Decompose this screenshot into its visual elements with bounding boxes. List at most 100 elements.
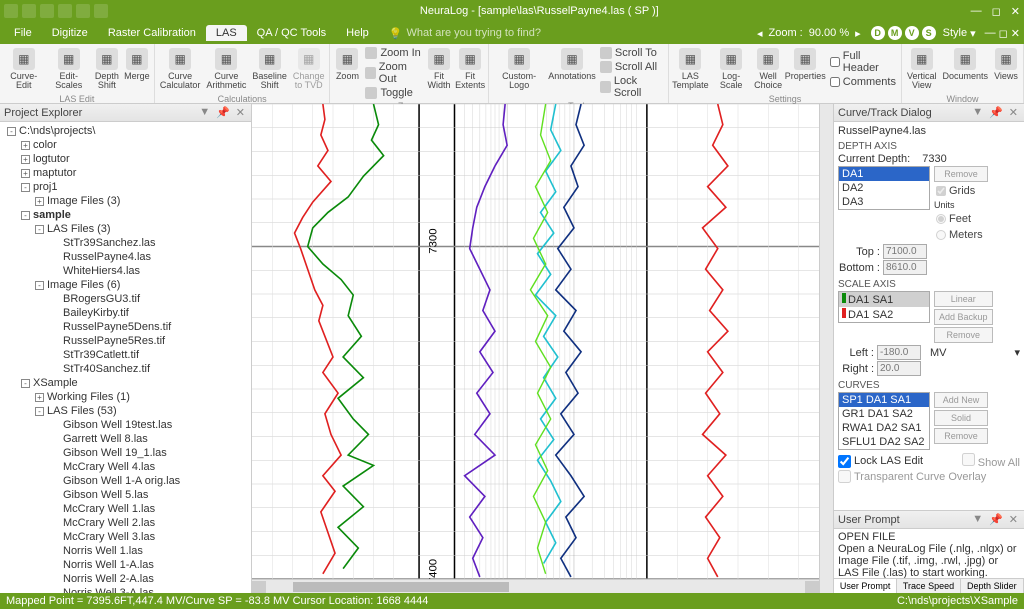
tree-toggle-icon[interactable]: - (35, 407, 44, 416)
overlay-checkbox[interactable] (838, 470, 851, 483)
qat-icon[interactable] (4, 4, 18, 18)
remove-button[interactable]: Remove (934, 166, 988, 182)
tree-toggle-icon[interactable]: - (21, 379, 30, 388)
tree-node[interactable]: Norris Well 1.las (0, 544, 251, 558)
tab-depth-slider[interactable]: Depth Slider (961, 579, 1024, 593)
tree-toggle-icon[interactable]: + (21, 169, 30, 178)
curves-list[interactable]: SP1 DA1 SA1GR1 DA1 SA2RWA1 DA2 SA1SFLU1 … (838, 392, 930, 450)
fit-width-button[interactable]: ▦Fit Width (425, 46, 453, 100)
menu-las[interactable]: LAS (206, 25, 247, 41)
fit-extents-button[interactable]: ▦Fit Extents (455, 46, 485, 100)
remove-button[interactable]: Remove (934, 327, 993, 343)
menu-raster-calibration[interactable]: Raster Calibration (98, 25, 206, 41)
fullhdr-checkbox[interactable]: Full Header (828, 49, 898, 75)
chevron-left-icon[interactable]: ◂ (757, 27, 763, 40)
bottom-input[interactable] (883, 260, 927, 275)
pin-icon[interactable]: 📌 (987, 513, 1005, 526)
close-panel-icon[interactable]: ✕ (1007, 106, 1020, 119)
zoom-button[interactable]: ▦Zoom (333, 46, 361, 100)
style-label[interactable]: Style (943, 27, 967, 39)
tab-user-prompt[interactable]: User Prompt (834, 579, 897, 593)
tree-node[interactable]: +color (0, 138, 251, 152)
dropdown-icon[interactable]: ▾ (1014, 346, 1020, 359)
scroll-right-icon[interactable] (805, 581, 819, 593)
tvd-button[interactable]: ▦Change to TVD (291, 46, 327, 93)
project-tree[interactable]: -C:\nds\projects\+color+logtutor+maptuto… (0, 122, 251, 593)
chart-body[interactable]: 7300 7400 (252, 104, 819, 579)
tree-node[interactable]: StTr40Sanchez.tif (0, 362, 251, 376)
curve-edit-button[interactable]: ▦Curve-Edit (3, 46, 45, 93)
style-icon-m[interactable]: M (888, 26, 902, 40)
dropdown-icon[interactable]: ▼ (970, 106, 985, 119)
grids-checkbox[interactable] (936, 186, 946, 196)
toggle-button[interactable]: Toggle (363, 86, 423, 100)
props-button[interactable]: ▦Properties (785, 46, 826, 93)
edit-scales-button[interactable]: ▦Edit-Scales (47, 46, 91, 93)
curve-calc-button[interactable]: ▦Curve Calculator (158, 46, 203, 93)
tree-toggle-icon[interactable]: - (21, 183, 30, 192)
scale-axis-list[interactable]: DA1 SA1DA1 SA2 (838, 291, 930, 323)
tree-node[interactable]: -XSample (0, 376, 251, 390)
tree-node[interactable]: Garrett Well 8.las (0, 432, 251, 446)
tree-node[interactable]: -sample (0, 208, 251, 222)
scroll-thumb[interactable] (293, 582, 509, 592)
tree-node[interactable]: BaileyKirby.tif (0, 306, 251, 320)
menu-file[interactable]: File (4, 25, 42, 41)
addbackup-button[interactable]: Add Backup (934, 309, 993, 325)
feet-radio[interactable] (936, 214, 946, 224)
menu-qa-qc-tools[interactable]: QA / QC Tools (247, 25, 337, 41)
list-item[interactable]: SFLU1 DA2 SA2 (839, 435, 929, 449)
tree-node[interactable]: RusselPayne5Res.tif (0, 334, 251, 348)
depth-axis-list[interactable]: DA1DA2DA3 (838, 166, 930, 210)
list-item[interactable]: DA1 (839, 167, 929, 181)
solid-button[interactable]: Solid (934, 410, 988, 426)
style-icon-s[interactable]: S (922, 26, 936, 40)
showall-checkbox[interactable] (962, 453, 975, 466)
close-doc-icon[interactable]: ✕ (1011, 27, 1020, 40)
docs-button[interactable]: ▦Documents (940, 46, 990, 93)
meters-radio[interactable] (936, 230, 946, 240)
tree-toggle-icon[interactable]: - (35, 281, 44, 290)
tree-node[interactable]: +maptutor (0, 166, 251, 180)
tree-toggle-icon[interactable]: + (21, 155, 30, 164)
tree-node[interactable]: Gibson Well 19test.las (0, 418, 251, 432)
search-box[interactable]: 💡 What are you trying to find? (389, 27, 541, 40)
style-dropdown-icon[interactable]: ▾ (970, 27, 976, 40)
top-input[interactable] (883, 244, 927, 259)
dropdown-icon[interactable]: ▼ (197, 106, 212, 119)
tree-node[interactable]: RusselPayne4.las (0, 250, 251, 264)
comments-checkbox[interactable]: Comments (828, 75, 898, 89)
linear-button[interactable]: Linear (934, 291, 993, 307)
tree-node[interactable]: +logtutor (0, 152, 251, 166)
style-icon-d[interactable]: D (871, 26, 885, 40)
tree-node[interactable]: -proj1 (0, 180, 251, 194)
qat-icon[interactable] (40, 4, 54, 18)
tree-node[interactable]: Norris Well 3-A.las (0, 586, 251, 593)
curve-arith-button[interactable]: ▦Curve Arithmetic (204, 46, 248, 93)
close-icon[interactable]: ✕ (1011, 5, 1020, 18)
tree-node[interactable]: WhiteHiers4.las (0, 264, 251, 278)
tree-toggle-icon[interactable]: - (35, 225, 44, 234)
chevron-right-icon[interactable]: ▸ (855, 27, 861, 40)
close-panel-icon[interactable]: ✕ (234, 106, 247, 119)
pin-icon[interactable]: 📌 (214, 106, 232, 119)
menu-help[interactable]: Help (336, 25, 379, 41)
list-item[interactable]: GR1 DA1 SA2 (839, 407, 929, 421)
tree-node[interactable]: -LAS Files (3) (0, 222, 251, 236)
list-item[interactable]: RWA1 DA2 SA1 (839, 421, 929, 435)
list-item[interactable]: DA1 SA2 (839, 307, 929, 322)
remove-button[interactable]: Remove (934, 428, 988, 444)
views-button[interactable]: ▦Views (992, 46, 1020, 93)
tree-node[interactable]: McCrary Well 1.las (0, 502, 251, 516)
minimize-icon[interactable]: — (971, 5, 982, 18)
tree-node[interactable]: Gibson Well 1-A orig.las (0, 474, 251, 488)
tree-toggle-icon[interactable]: - (21, 211, 30, 220)
logscale-button[interactable]: ▦Log-Scale (711, 46, 752, 93)
baseline-button[interactable]: ▦Baseline Shift (250, 46, 289, 93)
restore-icon[interactable]: ◻ (999, 27, 1008, 40)
close-panel-icon[interactable]: ✕ (1007, 513, 1020, 526)
lockscroll-button[interactable]: Lock Scroll (598, 74, 665, 100)
lock-las-checkbox[interactable] (838, 455, 851, 468)
las-tpl-button[interactable]: ▦LAS Template (672, 46, 709, 93)
zoom-in-button[interactable]: Zoom In (363, 46, 423, 60)
